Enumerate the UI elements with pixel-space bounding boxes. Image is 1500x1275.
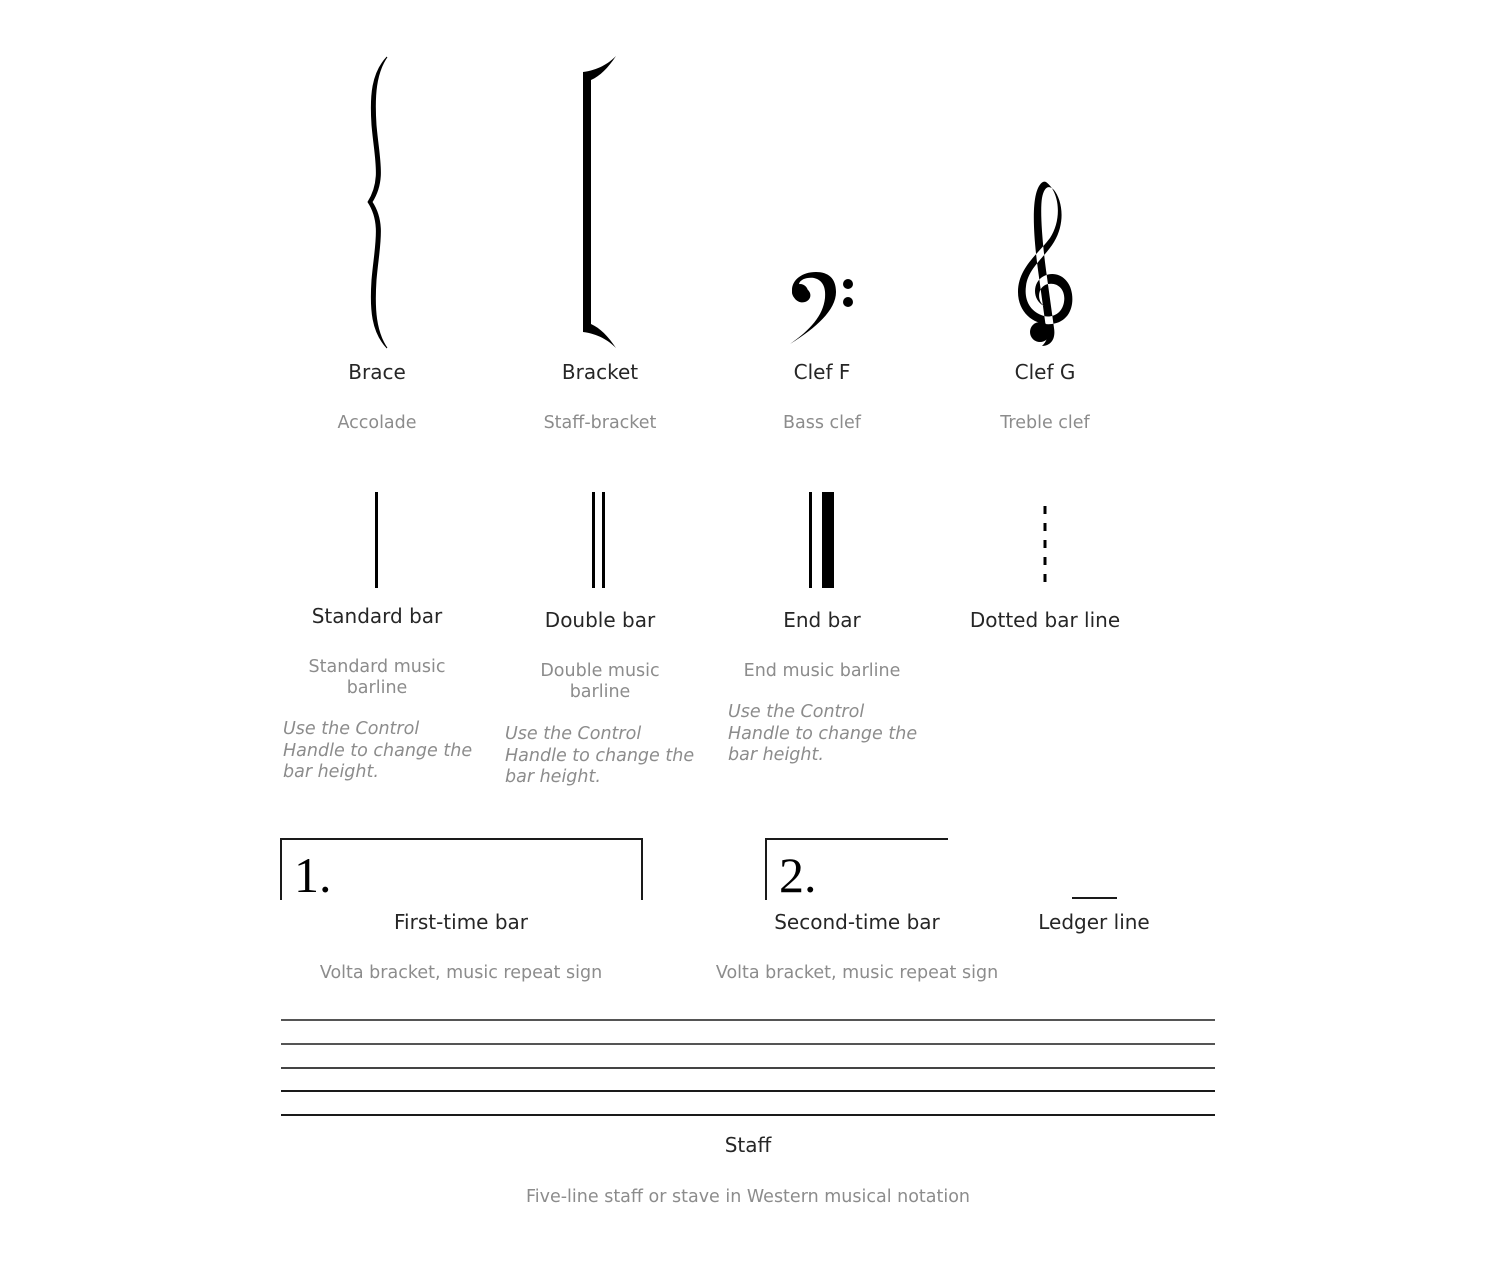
clef-f-subtitle: Bass clef (783, 413, 861, 433)
staff-subtitle: Five-line staff or stave in Western musi… (525, 1187, 971, 1207)
dotted-barline-icon (1043, 506, 1047, 588)
staff-line-3 (281, 1067, 1215, 1069)
brace-shape[interactable] (360, 55, 394, 350)
second-time-bar-shape[interactable]: 2. (765, 838, 948, 900)
first-time-bar-subtitle: Volta bracket, music repeat sign (319, 963, 603, 983)
standard-bar-subtitle: Standard music barline (308, 657, 446, 698)
bracket-title: Bracket (561, 360, 639, 384)
first-time-bar-number: 1. (294, 847, 332, 903)
brace-subtitle: Accolade (337, 413, 417, 433)
standard-bar-shape[interactable] (370, 490, 384, 590)
double-bar-title: Double bar (544, 608, 656, 632)
double-bar-shape[interactable] (588, 490, 612, 590)
double-barline-icon (592, 492, 605, 588)
bass-clef-icon (790, 272, 853, 344)
first-time-bar-shape[interactable]: 1. (280, 838, 643, 900)
double-bar-note: Use the Control Handle to change the bar… (505, 724, 695, 787)
clef-g-shape[interactable] (1010, 180, 1080, 350)
end-bar-note: Use the Control Handle to change the bar… (728, 702, 918, 765)
staff-line-1 (281, 1019, 1215, 1021)
standard-bar-note: Use the Control Handle to change the bar… (283, 719, 473, 782)
first-time-bar-title: First-time bar (393, 910, 529, 934)
clef-f-shape[interactable] (786, 268, 858, 348)
second-time-bar-subtitle: Volta bracket, music repeat sign (715, 963, 999, 983)
clef-g-subtitle: Treble clef (1000, 413, 1090, 433)
staff-line-2 (281, 1043, 1215, 1045)
end-barline-icon (809, 492, 834, 588)
clef-f-title: Clef F (793, 360, 851, 384)
second-time-bar-number: 2. (779, 847, 817, 903)
staff-line-5 (281, 1114, 1215, 1116)
bracket-icon (583, 56, 616, 348)
dotted-bar-title: Dotted bar line (969, 608, 1121, 632)
brace-icon (367, 56, 388, 349)
staff-line-4 (281, 1090, 1215, 1092)
bracket-subtitle: Staff-bracket (543, 413, 657, 433)
brace-title: Brace (348, 360, 406, 384)
ledger-line-title: Ledger line (1038, 910, 1150, 934)
staff-title: Staff (724, 1133, 772, 1157)
end-bar-title: End bar (783, 608, 861, 632)
ledger-line-shape[interactable] (1072, 897, 1117, 899)
bracket-shape[interactable] (580, 56, 620, 348)
standard-bar-title: Standard bar (311, 604, 443, 628)
end-bar-subtitle: End music barline (743, 661, 901, 681)
dotted-bar-shape[interactable] (1038, 490, 1052, 590)
clef-g-title: Clef G (1014, 360, 1076, 384)
end-bar-shape[interactable] (805, 490, 839, 590)
treble-clef-icon (1018, 181, 1073, 346)
second-time-bar-title: Second-time bar (774, 910, 940, 934)
standard-barline-icon (375, 492, 378, 588)
double-bar-subtitle: Double music barline (540, 661, 660, 702)
